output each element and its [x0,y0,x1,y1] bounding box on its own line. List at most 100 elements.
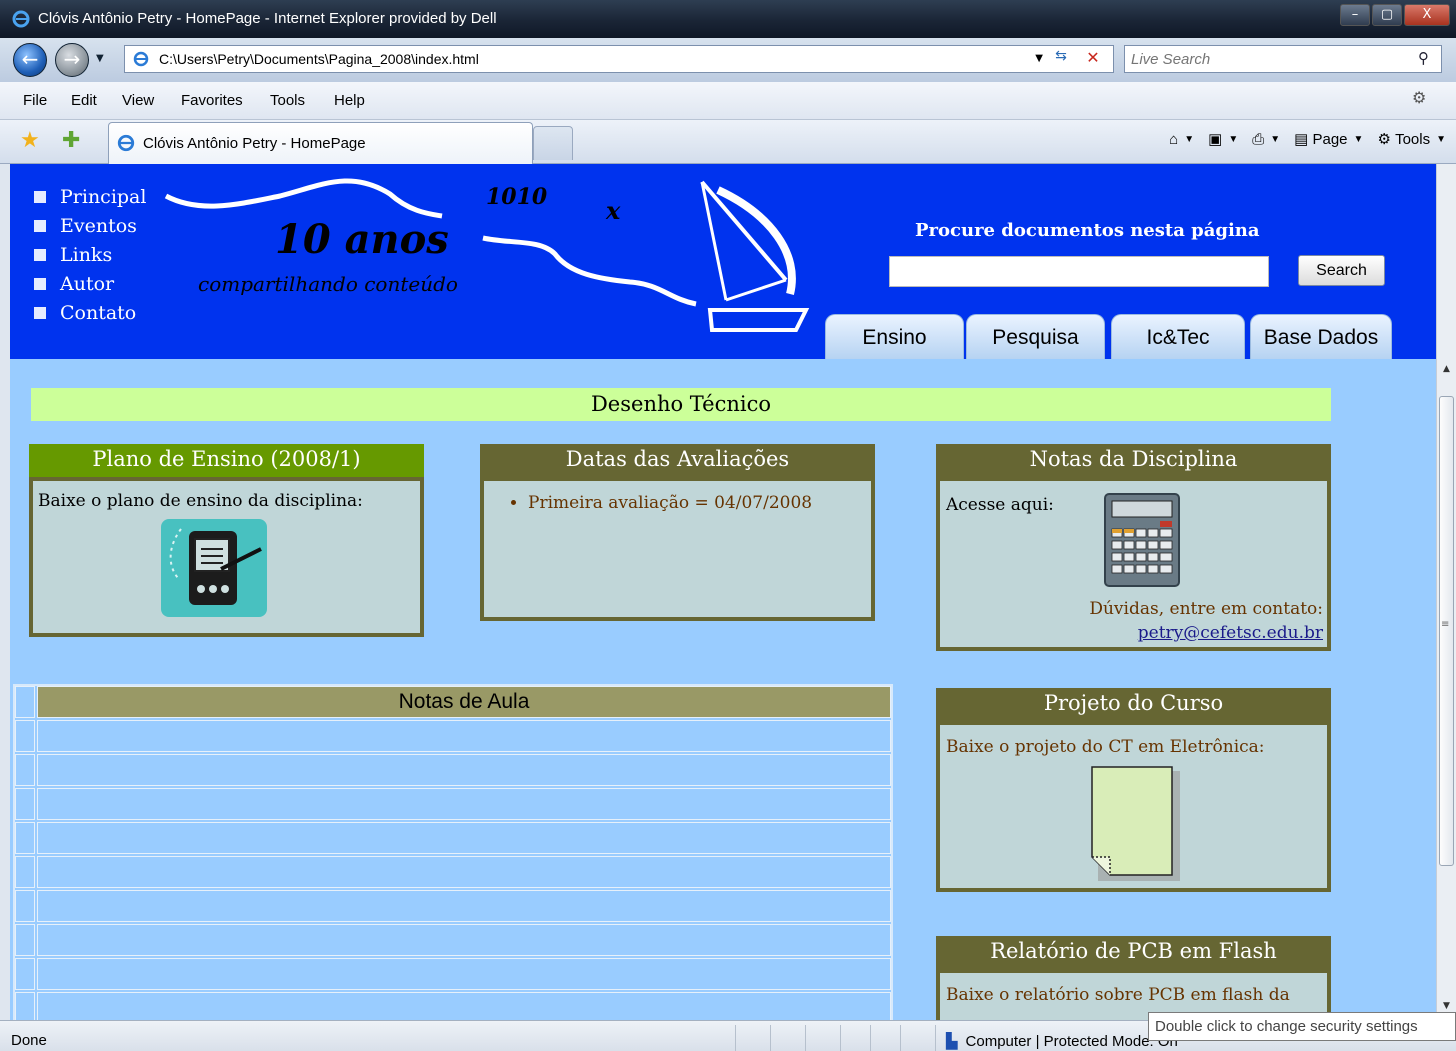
home-icon[interactable]: ⌂ ▼ [1169,131,1194,148]
banner-x-mark: x [606,196,621,225]
table-cell [37,754,891,786]
tab-homepage[interactable]: Clóvis Antônio Petry - HomePage [108,122,533,164]
projeto-curso-box: Baixe o projeto do CT em Eletrônica: [936,721,1331,892]
list-item: Primeira avaliação = 04/07/2008 [528,493,812,513]
table-row [15,856,891,890]
table-row [15,958,891,992]
add-favorites-icon[interactable]: ✚ [62,128,80,153]
table-cell [15,958,35,990]
notas-disciplina-header: Notas da Disciplina [936,444,1331,477]
projeto-curso-text: Baixe o projeto do CT em Eletrônica: [946,737,1265,757]
scroll-thumb[interactable] [1439,396,1454,866]
address-dropdown-icon[interactable]: ▼ [1035,53,1043,64]
page-menu[interactable]: ▤ Page ▼ [1294,130,1363,149]
plano-ensino-box: Baixe o plano de ensino da disciplina: [29,477,424,637]
page-viewport: Principal Eventos Links Autor Contato 10… [10,164,1436,1020]
new-tab-button[interactable] [533,126,573,160]
scroll-grip-icon: ≡ [1441,619,1450,630]
internet-explorer-icon [12,10,30,28]
site-search-input[interactable] [889,256,1269,287]
maximize-button[interactable]: ▢ [1372,4,1402,26]
contact-text: Dúvidas, entre em contato: [1089,599,1323,619]
security-zone[interactable]: ▙ Computer | Protected Mode: On [946,1032,1178,1051]
feeds-icon[interactable]: ▣ ▼ [1208,130,1238,148]
close-button[interactable]: X [1404,4,1450,26]
translate-icon[interactable]: ⚙ [1412,88,1438,112]
window-titlebar: Clóvis Antônio Petry - HomePage - Intern… [0,0,1456,38]
table-row [15,822,891,856]
banner-subtitle: compartilhando conteúdo [198,272,458,296]
notas-disciplina-box: Acesse aqui: Dúvidas, entre em contato: … [936,477,1331,651]
banner-headline: 10 anos [275,216,449,263]
table-row [15,890,891,924]
tab-pesquisa[interactable]: Pesquisa [966,314,1105,359]
search-icon[interactable]: ⚲ [1418,49,1429,67]
table-cell [15,686,35,718]
forward-button[interactable]: → [55,43,89,77]
table-cell [37,958,891,990]
datas-avaliacoes-box: Primeira avaliação = 04/07/2008 [480,477,875,621]
live-search-box[interactable]: ⚲ [1124,45,1442,73]
print-icon[interactable]: ⎙ ▼ [1252,131,1280,148]
email-link[interactable]: petry@cefetsc.edu.br [1138,623,1323,643]
relatorio-pcb-text: Baixe o relatório sobre PCB em flash da [946,985,1290,1005]
table-cell [15,890,35,922]
vertical-scrollbar[interactable]: ▲ ≡ ▼ [1436,164,1456,1020]
menu-file[interactable]: File [23,92,47,109]
table-cell [15,856,35,888]
security-tooltip: Double click to change security settings [1148,1012,1456,1041]
address-box[interactable]: C:\Users\Petry\Documents\Pagina_2008\ind… [124,45,1114,73]
command-bar: ⌂ ▼ ▣ ▼ ⎙ ▼ ▤ Page ▼ ⚙ Tools ▼ [1155,130,1446,149]
table-cell [37,788,891,820]
table-cell [37,720,891,752]
tab-ictec[interactable]: Ic&Tec [1111,314,1245,359]
notas-aula-table: Notas de Aula [13,684,893,1020]
table-cell [37,856,891,888]
site-search-label: Procure documentos nesta página [915,220,1260,241]
table-cell [37,822,891,854]
calculator-icon[interactable] [1104,493,1180,587]
datas-avaliacoes-header: Datas das Avaliações [480,444,875,477]
handheld-pda-icon[interactable] [161,519,267,617]
site-search-button[interactable]: Search [1298,255,1385,286]
address-input[interactable]: C:\Users\Petry\Documents\Pagina_2008\ind… [159,51,479,67]
table-header-row: Notas de Aula [15,686,891,720]
refresh-icon[interactable]: ⇆ [1049,48,1073,70]
table-cell [15,924,35,956]
tools-menu[interactable]: ⚙ Tools ▼ [1377,130,1446,149]
menu-tools[interactable]: Tools [270,92,305,109]
status-text: Done [11,1032,47,1049]
tab-page-icon [117,134,135,152]
relatorio-pcb-header: Relatório de PCB em Flash [936,936,1331,969]
projeto-curso-header: Projeto do Curso [936,688,1331,721]
document-icon[interactable] [1090,765,1182,883]
site-banner: Principal Eventos Links Autor Contato 10… [10,164,1436,359]
stop-icon[interactable]: ✕ [1081,48,1105,70]
back-button[interactable]: ← [13,43,47,77]
window-controls: – ▢ X [1338,4,1450,26]
section-title: Desenho Técnico [31,388,1331,421]
scroll-up-icon[interactable]: ▲ [1437,359,1456,379]
favorites-center-icon[interactable]: ★ [20,128,40,153]
tab-ensino[interactable]: Ensino [825,314,964,359]
menu-view[interactable]: View [122,92,154,109]
table-row [15,788,891,822]
table-cell [15,788,35,820]
history-dropdown-icon[interactable]: ▼ [96,53,104,64]
plano-ensino-text: Baixe o plano de ensino da disciplina: [38,491,363,511]
menu-help[interactable]: Help [334,92,365,109]
table-row [15,992,891,1020]
page-menu-label: Page [1312,130,1348,148]
menu-edit[interactable]: Edit [71,92,97,109]
table-cell [15,822,35,854]
minimize-button[interactable]: – [1340,4,1370,26]
live-search-input[interactable] [1131,47,1401,71]
notas-disciplina-text: Acesse aqui: [946,495,1054,515]
menu-favorites[interactable]: Favorites [181,92,243,109]
table-row [15,754,891,788]
table-cell [15,720,35,752]
datas-list: Primeira avaliação = 04/07/2008 [528,493,812,513]
tools-menu-label: Tools [1395,130,1431,148]
tab-base-dados[interactable]: Base Dados [1250,314,1392,359]
computer-zone-icon: ▙ [946,1033,958,1050]
